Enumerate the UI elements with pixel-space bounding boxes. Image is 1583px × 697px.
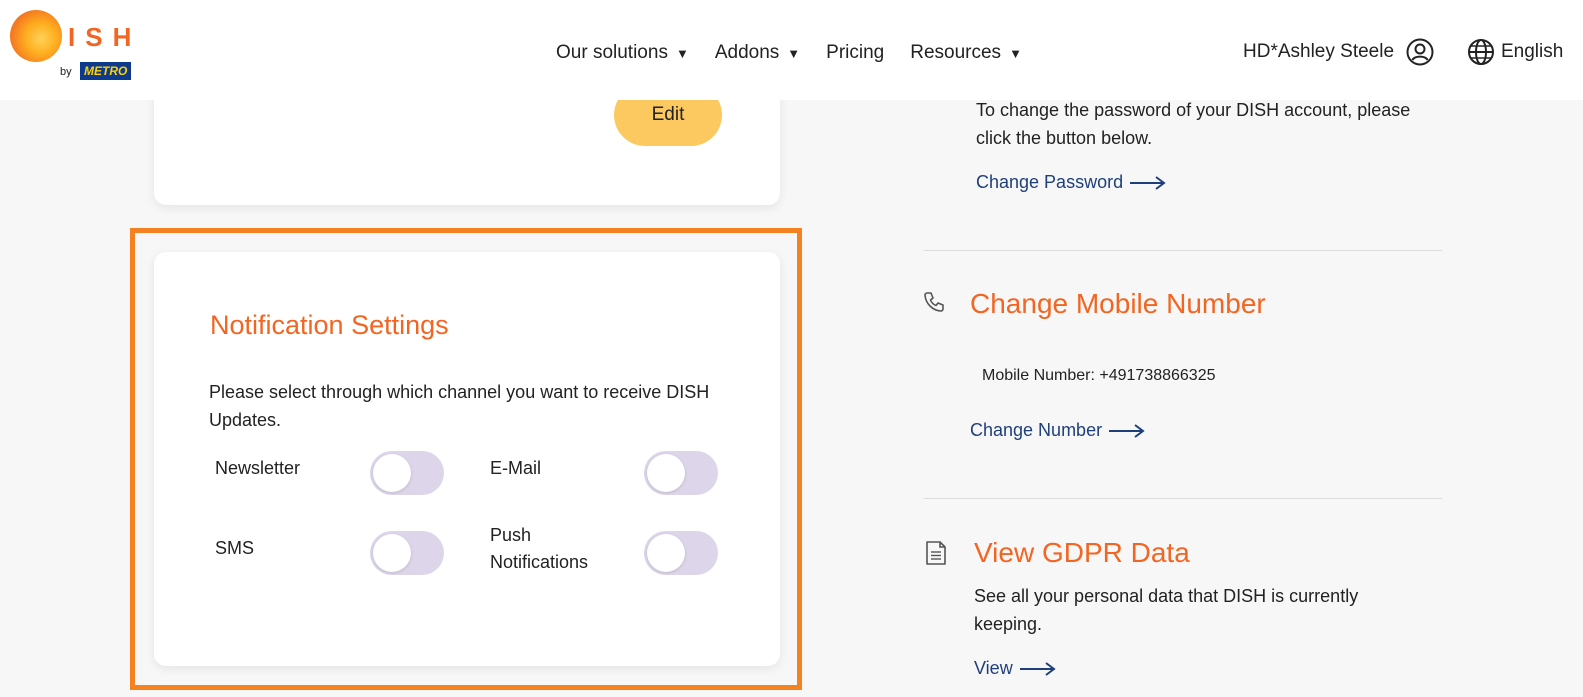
caret-down-icon: ▼ bbox=[675, 45, 689, 61]
logo-metro: METRO bbox=[80, 62, 132, 80]
newsletter-label: Newsletter bbox=[215, 458, 301, 478]
nav-label: Addons bbox=[714, 42, 780, 63]
view-gdpr-label: View bbox=[974, 658, 1013, 678]
logo-by: by bbox=[60, 66, 72, 78]
email-toggle[interactable] bbox=[644, 451, 718, 495]
top-header: ISH by METRO Our solutions ▼ Addons ▼ Pr… bbox=[0, 0, 1583, 100]
logo-mark bbox=[10, 10, 62, 62]
push-notifications-label: Push Notifications bbox=[490, 525, 589, 572]
caret-down-icon: ▼ bbox=[787, 45, 801, 61]
caret-down-icon: ▼ bbox=[1009, 45, 1022, 61]
view-gdpr-link[interactable]: View bbox=[974, 658, 1057, 679]
toggle-knob bbox=[647, 534, 685, 572]
nav-resources[interactable]: Resources ▼ bbox=[910, 42, 1022, 64]
arrow-right-icon bbox=[1109, 423, 1145, 438]
language-label: English bbox=[1501, 41, 1564, 62]
arrow-right-icon bbox=[1019, 661, 1056, 676]
logo-letters: ISH bbox=[68, 22, 142, 52]
push-notifications-toggle[interactable] bbox=[644, 531, 718, 575]
nav-label: Our solutions bbox=[556, 42, 668, 63]
view-gdpr-data-title: View GDPR Data bbox=[974, 537, 1190, 568]
toggle-knob bbox=[373, 454, 411, 492]
notification-settings-card: Notification Settings Please select thro… bbox=[154, 252, 780, 666]
notification-settings-description: Please select through which channel you … bbox=[209, 382, 710, 430]
phone-icon bbox=[924, 292, 944, 312]
change-number-link[interactable]: Change Number bbox=[970, 420, 1146, 441]
user-menu[interactable]: HD*Ashley Steele bbox=[1243, 38, 1434, 66]
section-divider bbox=[924, 250, 1442, 251]
user-icon bbox=[1406, 38, 1434, 66]
toggle-knob bbox=[647, 454, 685, 492]
change-password-label: Change Password bbox=[976, 172, 1124, 192]
toggle-knob bbox=[373, 534, 411, 572]
notification-settings-title: Notification Settings bbox=[210, 310, 449, 340]
password-description: To change the password of your DISH acco… bbox=[976, 100, 1411, 148]
change-password-link[interactable]: Change Password bbox=[976, 172, 1167, 193]
mobile-number-text: Mobile Number: +491738866325 bbox=[982, 367, 1216, 384]
user-name: HD*Ashley Steele bbox=[1243, 41, 1395, 62]
main-nav: Our solutions ▼ Addons ▼ Pricing Resourc… bbox=[556, 42, 1022, 64]
language-selector[interactable]: English bbox=[1467, 38, 1563, 66]
section-divider bbox=[924, 498, 1442, 499]
nav-label: Resources bbox=[910, 42, 1002, 63]
nav-addons[interactable]: Addons ▼ bbox=[715, 42, 800, 64]
sms-toggle[interactable] bbox=[370, 531, 444, 575]
globe-icon bbox=[1468, 39, 1494, 65]
nav-our-solutions[interactable]: Our solutions ▼ bbox=[556, 42, 689, 64]
change-number-label: Change Number bbox=[970, 420, 1103, 440]
sms-label: SMS bbox=[215, 538, 255, 558]
email-label: E-Mail bbox=[490, 458, 542, 478]
newsletter-toggle[interactable] bbox=[370, 451, 444, 495]
dish-logo[interactable]: ISH by METRO bbox=[8, 6, 148, 86]
change-mobile-number-title: Change Mobile Number bbox=[970, 288, 1266, 319]
gdpr-description: See all your personal data that DISH is … bbox=[974, 586, 1359, 634]
nav-label: Pricing bbox=[826, 42, 885, 63]
nav-pricing[interactable]: Pricing bbox=[826, 42, 884, 64]
arrow-right-icon bbox=[1130, 175, 1166, 190]
document-icon bbox=[926, 541, 946, 565]
